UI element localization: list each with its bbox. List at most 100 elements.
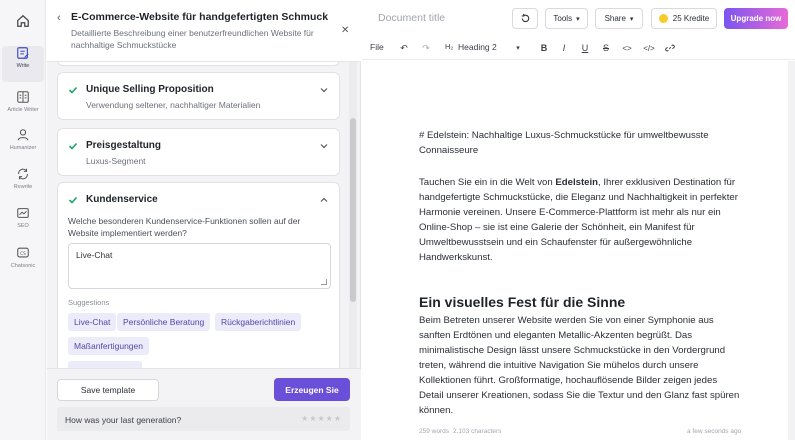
history-icon xyxy=(521,13,529,23)
share-dropdown[interactable]: Share ▾ xyxy=(595,8,643,29)
feedback-question: How was your last generation? xyxy=(65,415,182,425)
suggestion-chip[interactable]: Persönliche Beratung xyxy=(117,313,211,331)
card-unique-selling-proposition[interactable]: Unique Selling Proposition Verwendung se… xyxy=(57,72,340,120)
bold-icon[interactable]: B xyxy=(538,42,550,54)
rail-item-seo[interactable]: SEO xyxy=(2,206,44,242)
check-icon xyxy=(68,196,78,204)
intro-brand-bold: Edelstein xyxy=(555,177,599,188)
rail-label-article-writer: Article Writer xyxy=(7,107,39,113)
tools-label: Tools xyxy=(553,14,573,23)
tools-dropdown[interactable]: Tools ▾ xyxy=(545,8,588,29)
rail-label-rewrite: Rewrite xyxy=(13,184,33,190)
rail-item-write[interactable]: Write xyxy=(2,46,44,82)
credits-label: 25 Kredite xyxy=(672,14,710,23)
seo-icon xyxy=(17,208,29,218)
chatsonic-icon: CS xyxy=(17,247,29,258)
card-kundenservice-expanded: Kundenservice Welche besonderen Kundense… xyxy=(57,182,340,368)
svg-text:CS: CS xyxy=(20,251,26,257)
paragraph-title-markdown: # Edelstein: Nachhaltige Luxus-Schmuckst… xyxy=(419,130,709,156)
rail-label-write: Write xyxy=(16,63,30,69)
save-template-button[interactable]: Save template xyxy=(57,379,159,401)
heading-icon: H₂ xyxy=(445,42,454,51)
editor-scrollbar[interactable] xyxy=(788,61,795,440)
answer-textarea[interactable]: Live-Chat xyxy=(68,243,331,289)
file-menu[interactable]: File xyxy=(370,42,384,52)
card-subtitle: Verwendung seltener, nachhaltiger Materi… xyxy=(86,100,261,110)
document-title-input[interactable]: Document title xyxy=(378,12,445,24)
section-heading: Ein visuelles Fest für die Sinne xyxy=(419,294,626,310)
home-icon[interactable] xyxy=(12,10,34,32)
panel-footer: Save template Erzeugen Sie How was your … xyxy=(47,368,361,440)
heading-dropdown[interactable]: Heading 2 xyxy=(458,42,497,52)
rail-item-rewrite[interactable]: Rewrite xyxy=(2,167,44,203)
suggestion-chip[interactable]: Live-Chat xyxy=(68,313,117,331)
word-count: 259 words xyxy=(419,428,449,435)
panel-scrollbar[interactable] xyxy=(349,62,357,368)
document-editor: Document title Tools ▾ Share ▾ 25 Kredit… xyxy=(362,0,795,440)
card-preisgestaltung[interactable]: Preisgestaltung Luxus-Segment xyxy=(57,128,340,176)
generate-button[interactable]: Erzeugen Sie xyxy=(274,378,350,401)
paragraph-section: Beim Betreten unserer Website werden Sie… xyxy=(419,315,740,416)
strikethrough-icon[interactable]: S xyxy=(600,42,612,54)
formatting-toolbar: File ↶ ↷ H₂ Heading 2 ▾ B I U S <> </> xyxy=(362,36,795,60)
suggestions-label: Suggestions xyxy=(68,298,110,307)
card-previous[interactable] xyxy=(57,62,340,66)
card-title: Unique Selling Proposition xyxy=(86,84,214,95)
rail-item-chatsonic[interactable]: CS Chatsonic xyxy=(2,246,44,282)
check-icon xyxy=(68,86,78,94)
rail-item-humanizer[interactable]: Humanizer xyxy=(2,128,44,164)
rewrite-icon xyxy=(18,168,28,180)
character-count: 2.103 characters xyxy=(453,428,502,435)
intro-text-start: Tauchen Sie ein in die Welt von xyxy=(419,177,556,188)
panel-title: E-Commerce-Website für handgefertigten S… xyxy=(71,11,329,23)
suggestion-chip[interactable]: Maßanfertigungen xyxy=(68,337,149,355)
history-button[interactable] xyxy=(512,8,538,29)
star-rating-icon[interactable]: ★★★★★ xyxy=(301,414,342,423)
write-icon xyxy=(17,47,29,59)
document-content[interactable]: # Edelstein: Nachhaltige Luxus-Schmuckst… xyxy=(362,61,795,440)
article-writer-icon xyxy=(17,91,29,103)
code-block-icon[interactable]: </> xyxy=(643,42,655,54)
humanizer-icon xyxy=(17,129,29,141)
chevron-down-icon: ▾ xyxy=(629,15,634,23)
chevron-left-icon[interactable]: ‹ xyxy=(57,12,61,24)
chevron-down-icon: ▾ xyxy=(576,15,580,23)
save-status: a few seconds ago xyxy=(687,428,742,435)
card-subtitle: Luxus-Segment xyxy=(86,156,146,166)
intro-text-end: , Ihrer exklusiven Destination für handg… xyxy=(419,177,738,263)
card-title: Kundenservice xyxy=(86,194,158,205)
answer-value: Live-Chat xyxy=(76,250,113,260)
panel-header: ‹ E-Commerce-Website für handgefertigten… xyxy=(47,0,361,62)
chevron-up-icon[interactable] xyxy=(319,195,329,205)
suggestion-chip-partial[interactable] xyxy=(68,361,142,368)
share-label: Share xyxy=(604,14,626,23)
feedback-bar: How was your last generation? ★★★★★ xyxy=(57,407,350,431)
rail-item-article-writer[interactable]: Article Writer xyxy=(2,90,44,126)
chevron-down-icon[interactable] xyxy=(319,141,329,151)
undo-icon[interactable]: ↶ xyxy=(398,42,410,54)
coin-icon xyxy=(658,14,668,23)
suggestion-chip[interactable]: Rückgaberichtlinien xyxy=(215,313,302,331)
redo-icon[interactable]: ↷ xyxy=(420,42,432,54)
link-icon[interactable] xyxy=(664,42,676,54)
editor-topbar: Document title Tools ▾ Share ▾ 25 Kredit… xyxy=(362,0,795,36)
credits-badge[interactable]: 25 Kredite xyxy=(651,8,717,29)
panel-subtitle: Detaillierte Beschreibung einer benutzer… xyxy=(71,28,314,50)
underline-icon[interactable]: U xyxy=(579,42,591,54)
chevron-down-icon[interactable]: ▾ xyxy=(512,42,524,54)
question-text: Welche besonderen Kundenservice-Funktion… xyxy=(68,216,301,238)
card-title: Preisgestaltung xyxy=(86,140,162,151)
paragraph-intro: Tauchen Sie ein in die Welt von Edelstei… xyxy=(419,175,744,265)
italic-icon[interactable]: I xyxy=(558,42,570,54)
rail-label-chatsonic: Chatsonic xyxy=(10,263,36,269)
template-panel: ‹ E-Commerce-Website für handgefertigten… xyxy=(47,0,361,440)
chevron-down-icon[interactable] xyxy=(319,85,329,95)
resize-handle-icon[interactable] xyxy=(321,279,327,285)
close-icon[interactable]: ✕ xyxy=(341,25,349,36)
upgrade-button[interactable]: Upgrade now xyxy=(724,8,788,29)
rail-label-seo: SEO xyxy=(17,223,29,229)
panel-scroll-area: Unique Selling Proposition Verwendung se… xyxy=(47,62,361,368)
rail-label-humanizer: Humanizer xyxy=(9,145,37,151)
code-icon[interactable]: <> xyxy=(621,42,633,54)
panel-scroll-thumb[interactable] xyxy=(350,118,356,302)
